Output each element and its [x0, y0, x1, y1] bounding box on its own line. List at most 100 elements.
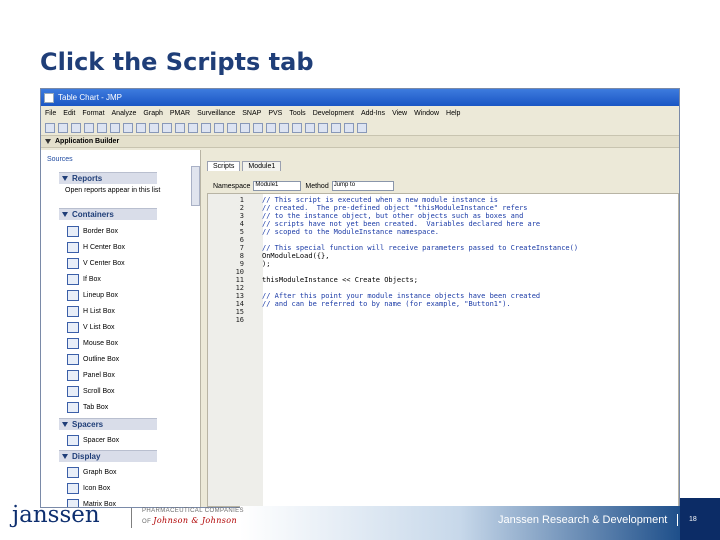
line-tool-icon[interactable]: [214, 122, 224, 133]
display-collapse-icon[interactable]: [62, 454, 68, 459]
tab-module1[interactable]: Module1: [242, 161, 282, 171]
code-text: // scripts have not yet been created. Va…: [262, 220, 541, 228]
if-box-item[interactable]: If Box: [67, 272, 101, 287]
v-list-box-item[interactable]: V List Box: [67, 320, 115, 335]
reports-header[interactable]: Reports: [59, 172, 157, 184]
application-builder-header[interactable]: Application Builder: [41, 136, 679, 148]
code-area[interactable]: 1 // This script is executed when a new m…: [208, 196, 678, 324]
code-line[interactable]: 12: [208, 284, 678, 292]
scroll-box-item[interactable]: Scroll Box: [67, 384, 115, 399]
window-titlebar[interactable]: Table Chart - JMP: [41, 89, 679, 106]
distribute-icon[interactable]: [305, 122, 315, 133]
h-list-box-item[interactable]: H List Box: [67, 304, 115, 319]
hand-tool-icon[interactable]: [175, 122, 185, 133]
reports-collapse-icon[interactable]: [62, 176, 68, 181]
send-back-icon[interactable]: [357, 122, 367, 133]
panel-box-item[interactable]: Panel Box: [67, 368, 115, 383]
menu-window[interactable]: Window: [414, 110, 439, 117]
arrow-tool-icon[interactable]: [162, 122, 172, 133]
script-editor[interactable]: 1 // This script is executed when a new m…: [207, 193, 679, 507]
containers-collapse-icon[interactable]: [62, 212, 68, 217]
namespace-select[interactable]: Module1: [253, 181, 302, 191]
application-builder-title: Application Builder: [55, 138, 120, 145]
group-icon[interactable]: [318, 122, 328, 133]
menu-analyze[interactable]: Analyze: [112, 110, 137, 117]
copy-icon[interactable]: [97, 122, 107, 133]
cut-icon[interactable]: [84, 122, 94, 133]
code-line[interactable]: 4 // scripts have not yet been created. V…: [208, 220, 678, 228]
line-number: 16: [235, 316, 244, 324]
reports-note: Open reports appear in this list: [65, 187, 161, 194]
jmp-window: Table Chart - JMP File Edit Format Analy…: [40, 88, 680, 508]
code-line[interactable]: 10: [208, 268, 678, 276]
jmp-app-icon: [44, 92, 54, 103]
zoom-tool-icon[interactable]: [188, 122, 198, 133]
table-icon[interactable]: [149, 122, 159, 133]
lineup-box-item[interactable]: Lineup Box: [67, 288, 118, 303]
tab-box-item[interactable]: Tab Box: [67, 400, 108, 415]
scroll-box-icon: [67, 386, 79, 397]
menu-file[interactable]: File: [45, 110, 56, 117]
menu-pvs[interactable]: PVS: [268, 110, 282, 117]
code-line[interactable]: 8 OnModuleLoad({},: [208, 252, 678, 260]
line-number: 1: [239, 196, 244, 204]
v-center-box-item[interactable]: V Center Box: [67, 256, 125, 271]
icon-box-item[interactable]: Icon Box: [67, 481, 110, 496]
sources-link[interactable]: Sources: [47, 156, 73, 163]
code-line[interactable]: 11 thisModuleInstance << Create Objects;: [208, 276, 678, 284]
h-center-box-item[interactable]: H Center Box: [67, 240, 125, 255]
layout-icon[interactable]: [253, 122, 263, 133]
spacer-box-item[interactable]: Spacer Box: [67, 433, 119, 448]
code-line[interactable]: 6: [208, 236, 678, 244]
menu-development[interactable]: Development: [313, 110, 354, 117]
method-select[interactable]: Jump to: [331, 181, 394, 191]
text-tool-icon[interactable]: [201, 122, 211, 133]
paste-icon[interactable]: [110, 122, 120, 133]
spacers-collapse-icon[interactable]: [62, 422, 68, 427]
align-center-icon[interactable]: [279, 122, 289, 133]
menu-surveillance[interactable]: Surveillance: [197, 110, 235, 117]
ungroup-icon[interactable]: [331, 122, 341, 133]
code-line[interactable]: 13 // After this point your module instan…: [208, 292, 678, 300]
new-icon[interactable]: [45, 122, 55, 133]
crosshair-tool-icon[interactable]: [240, 122, 250, 133]
menu-help[interactable]: Help: [446, 110, 460, 117]
shape-tool-icon[interactable]: [227, 122, 237, 133]
code-line[interactable]: 5 // scoped to the ModuleInstance namespa…: [208, 228, 678, 236]
line-number: 2: [239, 204, 244, 212]
align-right-icon[interactable]: [292, 122, 302, 133]
menu-edit[interactable]: Edit: [63, 110, 75, 117]
border-box-item[interactable]: Border Box: [67, 224, 118, 239]
code-line[interactable]: 14 // and can be referred to by name (for…: [208, 300, 678, 308]
tab-scripts[interactable]: Scripts: [207, 161, 241, 171]
panel-scrollbar[interactable]: [191, 166, 200, 206]
menu-format[interactable]: Format: [82, 110, 104, 117]
chart-icon[interactable]: [136, 122, 146, 133]
menu-view[interactable]: View: [392, 110, 407, 117]
code-line[interactable]: 1 // This script is executed when a new m…: [208, 196, 678, 204]
collapse-triangle-icon[interactable]: [45, 139, 51, 144]
save-icon[interactable]: [58, 122, 68, 133]
menu-graph[interactable]: Graph: [143, 110, 162, 117]
display-header[interactable]: Display: [59, 450, 157, 462]
containers-header[interactable]: Containers: [59, 208, 157, 220]
run-script-icon[interactable]: [123, 122, 133, 133]
spacers-header[interactable]: Spacers: [59, 418, 157, 430]
menu-add-ins[interactable]: Add-Ins: [361, 110, 385, 117]
code-line[interactable]: 9);: [208, 260, 678, 268]
code-line[interactable]: 3 // to the instance object, but other ob…: [208, 212, 678, 220]
print-icon[interactable]: [71, 122, 81, 133]
line-number: 13: [235, 292, 244, 300]
code-line[interactable]: 16: [208, 316, 678, 324]
graph-box-item[interactable]: Graph Box: [67, 465, 116, 480]
menu-snap[interactable]: SNAP: [242, 110, 261, 117]
code-line[interactable]: 2 // created. The pre-defined object "thi…: [208, 204, 678, 212]
mouse-box-item[interactable]: Mouse Box: [67, 336, 118, 351]
code-line[interactable]: 15: [208, 308, 678, 316]
align-left-icon[interactable]: [266, 122, 276, 133]
outline-box-item[interactable]: Outline Box: [67, 352, 119, 367]
code-line[interactable]: 7 // This special function will receive p…: [208, 244, 678, 252]
menu-pmar[interactable]: PMAR: [170, 110, 190, 117]
bring-front-icon[interactable]: [344, 122, 354, 133]
menu-tools[interactable]: Tools: [289, 110, 305, 117]
